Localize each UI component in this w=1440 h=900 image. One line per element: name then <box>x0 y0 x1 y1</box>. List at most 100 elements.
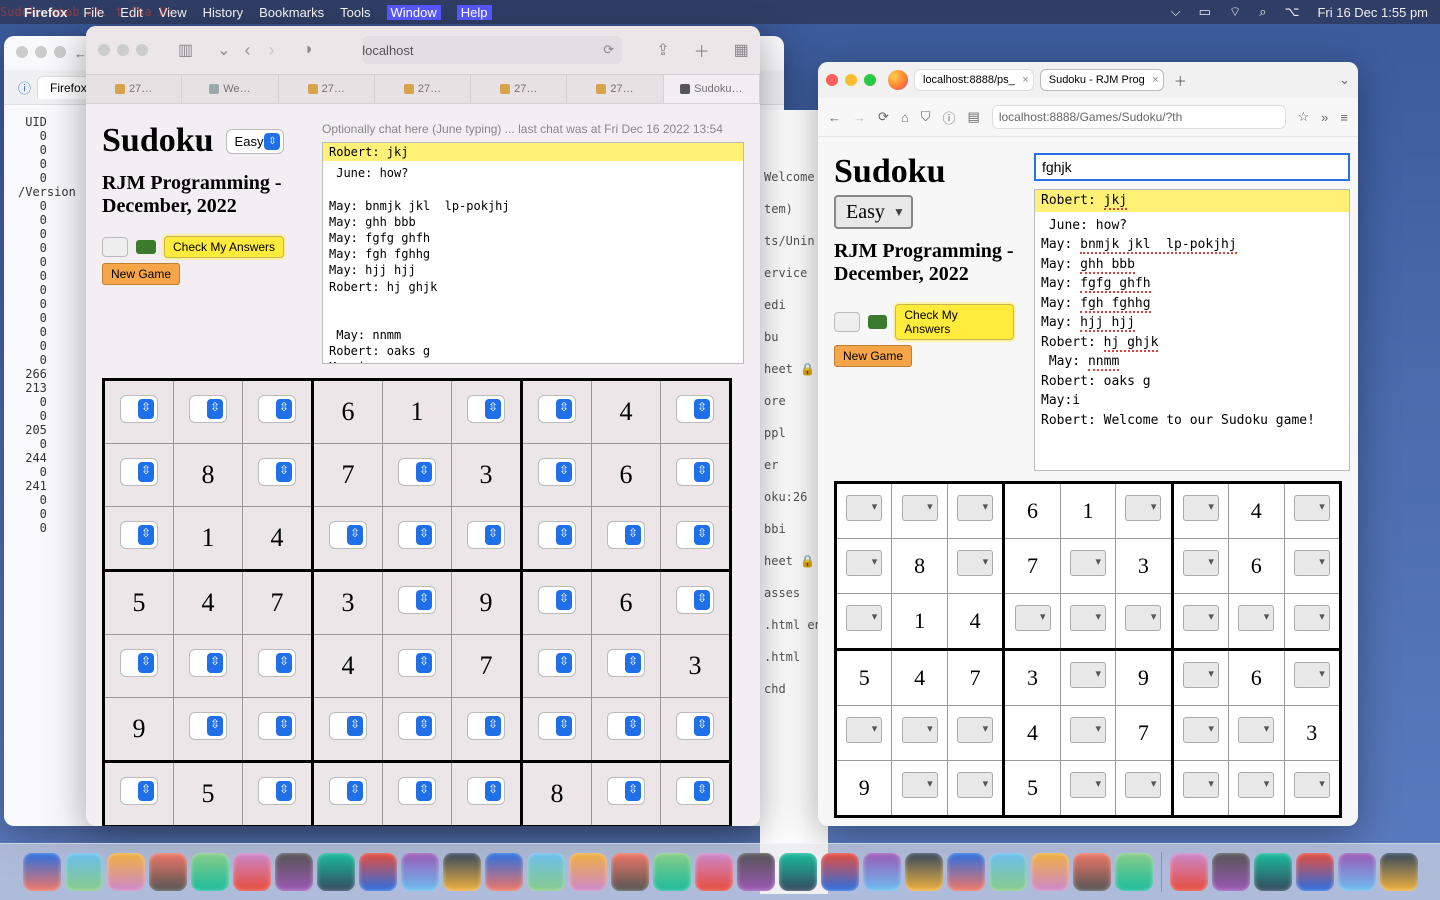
dock-app[interactable] <box>821 853 859 891</box>
sudoku-cell-select[interactable] <box>902 495 938 521</box>
menubar-clock[interactable]: Fri 16 Dec 1:55 pm <box>1317 5 1428 20</box>
sudoku-cell-select[interactable] <box>189 395 227 423</box>
sudoku-cell-select[interactable] <box>1070 662 1106 688</box>
menu-view[interactable]: View <box>159 5 187 20</box>
sudoku-cell-select[interactable] <box>1294 550 1330 576</box>
sudoku-cell-select[interactable] <box>538 395 576 423</box>
shield-icon[interactable]: ◑ <box>303 41 313 59</box>
sudoku-cell-select[interactable] <box>467 521 505 549</box>
sudoku-cell-select[interactable] <box>398 649 436 677</box>
sudoku-cell-select[interactable] <box>846 605 882 631</box>
sudoku-cell-select[interactable] <box>676 521 714 549</box>
menu-tools[interactable]: Tools <box>340 5 370 20</box>
sudoku-cell-select[interactable] <box>120 777 158 805</box>
menu-file[interactable]: File <box>83 5 104 20</box>
back-icon[interactable]: ‹ <box>241 40 255 61</box>
dock-app[interactable] <box>905 853 943 891</box>
sudoku-cell-select[interactable] <box>329 712 367 740</box>
sudoku-cell-select[interactable] <box>329 521 367 549</box>
sudoku-cell-select[interactable] <box>902 717 938 743</box>
sudoku-cell-select[interactable] <box>538 712 576 740</box>
sudoku-cell-select[interactable] <box>846 550 882 576</box>
sudoku-cell-select[interactable] <box>538 586 576 614</box>
keyboard-icon[interactable] <box>834 312 860 332</box>
firefox-url[interactable]: localhost:8888/Games/Sudoku/?th <box>992 105 1286 129</box>
sudoku-cell-select[interactable] <box>1015 605 1051 631</box>
sudoku-cell-select[interactable] <box>1238 772 1274 798</box>
bluetooth-icon[interactable]: ⌵ <box>1171 4 1181 20</box>
dock-app[interactable] <box>191 853 229 891</box>
keyboard-icon[interactable] <box>102 237 128 257</box>
sudoku-cell-select[interactable] <box>398 586 436 614</box>
sudoku-cell-select[interactable] <box>467 395 505 423</box>
close-icon[interactable]: × <box>1022 74 1028 86</box>
overflow-icon[interactable]: » <box>1321 110 1328 125</box>
sudoku-cell-select[interactable] <box>1125 495 1161 521</box>
reload-icon[interactable]: ⟳ <box>603 42 614 58</box>
sudoku-cell-select[interactable] <box>957 717 993 743</box>
dock-app[interactable] <box>653 853 691 891</box>
sudoku-cell-select[interactable] <box>1238 605 1274 631</box>
check-answers-button[interactable]: Check My Answers <box>895 304 1014 340</box>
shield-icon[interactable]: ⛉ <box>921 109 931 125</box>
firefox-tab-active[interactable]: Sudoku - RJM Prog× <box>1040 69 1164 91</box>
menu-edit[interactable]: Edit <box>120 5 142 20</box>
sudoku-cell-select[interactable] <box>120 458 158 486</box>
sudoku-cell-select[interactable] <box>258 649 296 677</box>
dock-app[interactable] <box>611 853 649 891</box>
sudoku-cell-select[interactable] <box>538 521 576 549</box>
sudoku-cell-select[interactable] <box>258 712 296 740</box>
sudoku-cell-select[interactable] <box>1238 717 1274 743</box>
share-icon[interactable]: ⇪ <box>656 40 669 60</box>
close-icon[interactable]: × <box>1152 74 1158 86</box>
menu-history[interactable]: History <box>203 5 243 20</box>
sudoku-cell-select[interactable] <box>1070 772 1106 798</box>
sudoku-cell-select[interactable] <box>1070 550 1106 576</box>
dock-app[interactable] <box>1380 853 1418 891</box>
dock-app[interactable] <box>1170 853 1208 891</box>
sudoku-cell-select[interactable] <box>676 777 714 805</box>
sudoku-cell-select[interactable] <box>1183 772 1219 798</box>
chat-input[interactable] <box>1034 153 1350 181</box>
dock-app[interactable] <box>485 853 523 891</box>
sudoku-cell-select[interactable] <box>467 712 505 740</box>
dock-app[interactable] <box>1338 853 1376 891</box>
chat-log[interactable]: Robert: jkj June: how? May: bnmjk jkl lp… <box>322 142 744 364</box>
battery-icon[interactable]: ▭ <box>1199 4 1211 20</box>
dock-app[interactable] <box>1296 853 1334 891</box>
chat-hint[interactable]: Optionally chat here (June typing) ... l… <box>322 122 744 136</box>
tabs-dropdown-icon[interactable]: ⌄ <box>1339 72 1350 88</box>
sudoku-cell-select[interactable] <box>902 772 938 798</box>
sudoku-cell-select[interactable] <box>1183 717 1219 743</box>
menubar-app[interactable]: Firefox <box>24 5 67 20</box>
wifi-icon[interactable]: ⌔ <box>1229 4 1241 20</box>
bookmark-icon[interactable]: ☆ <box>1298 109 1310 125</box>
sudoku-cell-select[interactable] <box>1125 605 1161 631</box>
dock-app[interactable] <box>149 853 187 891</box>
dock-app[interactable] <box>737 853 775 891</box>
sudoku-cell-select[interactable] <box>846 495 882 521</box>
control-center-icon[interactable]: ⌥ <box>1284 4 1299 20</box>
firefox-tab[interactable]: localhost:8888/ps_× <box>914 69 1034 91</box>
dock-app[interactable] <box>1073 853 1111 891</box>
sudoku-cell-select[interactable] <box>1294 662 1330 688</box>
dock-app[interactable] <box>1212 853 1250 891</box>
sudoku-cell-select[interactable] <box>538 649 576 677</box>
sudoku-cell-select[interactable] <box>1294 605 1330 631</box>
sudoku-cell-select[interactable] <box>1183 605 1219 631</box>
sudoku-cell-select[interactable] <box>607 712 645 740</box>
sudoku-cell-select[interactable] <box>1070 605 1106 631</box>
sudoku-cell-select[interactable] <box>957 772 993 798</box>
sudoku-cell-select[interactable] <box>120 649 158 677</box>
dock-app[interactable] <box>233 853 271 891</box>
dock-app[interactable] <box>695 853 733 891</box>
dock-app[interactable] <box>1254 853 1292 891</box>
dock-app[interactable] <box>947 853 985 891</box>
sudoku-cell-select[interactable] <box>676 712 714 740</box>
sudoku-cell-select[interactable] <box>1125 772 1161 798</box>
sudoku-cell-select[interactable] <box>398 458 436 486</box>
dock-app[interactable] <box>863 853 901 891</box>
sudoku-cell-select[interactable] <box>1183 662 1219 688</box>
dock-app[interactable] <box>359 853 397 891</box>
sudoku-cell-select[interactable] <box>120 395 158 423</box>
